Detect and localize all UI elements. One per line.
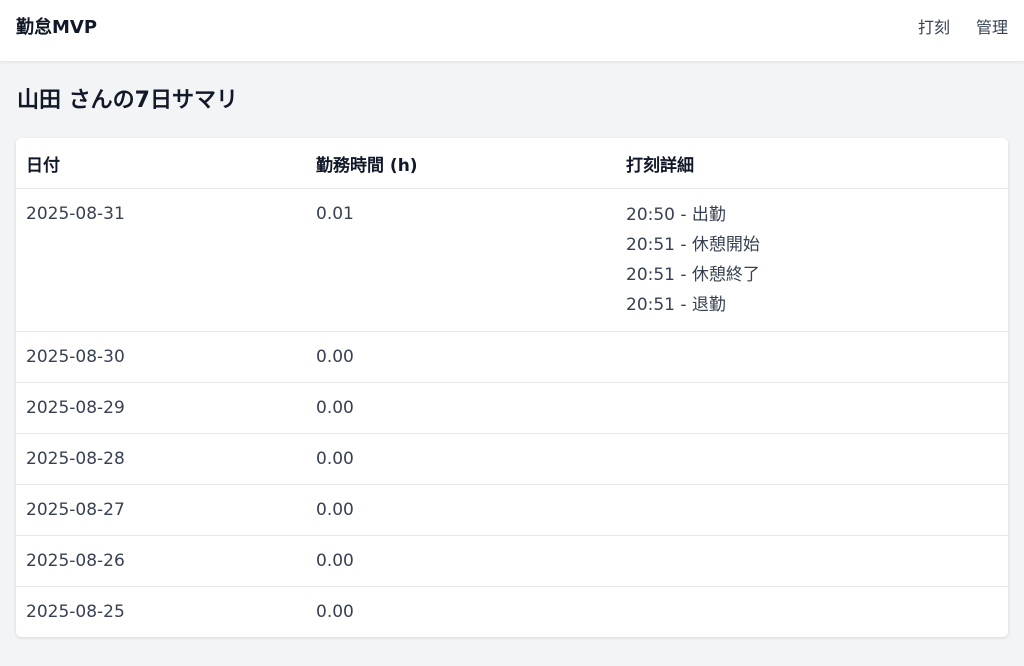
table-row: 2025-08-27 0.00: [16, 484, 1008, 536]
cell-hours: 0.00: [316, 602, 354, 622]
cell-date: 2025-08-31: [16, 188, 306, 332]
cell-details: 20:50 - 出勤 20:51 - 休憩開始 20:51 - 休憩終了 20:…: [616, 188, 1008, 332]
cell-hours: 0.00: [306, 382, 616, 434]
table-row: 2025-08-31 0.01 20:50 - 出勤 20:51 - 休憩開始 …: [16, 188, 1008, 332]
cell-date: 2025-08-27: [16, 484, 306, 536]
cell-details: [616, 331, 1008, 383]
column-header-hours: 勤務時間 (h): [306, 138, 616, 189]
punch-detail-item: 20:50 - 出勤: [626, 205, 726, 225]
cell-date: 2025-08-29: [16, 382, 306, 434]
column-header-details: 打刻詳細: [616, 138, 1008, 189]
cell-date: 2025-08-26: [16, 535, 306, 587]
cell-date: 2025-08-25: [26, 602, 125, 622]
punch-detail-item: 20:51 - 退勤: [626, 295, 726, 315]
nav-link-punch[interactable]: 打刻: [918, 18, 950, 38]
nav-link-admin[interactable]: 管理: [976, 18, 1008, 38]
cell-date: 2025-08-30: [16, 331, 306, 383]
punch-detail-item: 20:51 - 休憩終了: [626, 265, 760, 285]
cell-date: 2025-08-28: [16, 433, 306, 485]
cell-hours: 0.00: [306, 433, 616, 485]
cell-details: [616, 433, 1008, 485]
table-row: 2025-08-30 0.00: [16, 331, 1008, 383]
top-navbar: 勤怠MVP 打刻 管理: [0, 0, 1024, 62]
table-row: 2025-08-25 0.00: [16, 587, 1008, 638]
cell-hours: 0.00: [306, 331, 616, 383]
cell-hours: 0.00: [306, 484, 616, 536]
nav-links: 打刻 管理: [918, 18, 1008, 38]
table-row: 2025-08-26 0.00: [16, 535, 1008, 587]
cell-details: [616, 535, 1008, 587]
cell-details: [616, 587, 1008, 638]
app-brand[interactable]: 勤怠MVP: [16, 17, 97, 39]
punch-detail-item: 20:51 - 休憩開始: [626, 235, 760, 255]
page-title: 山田 さんの7日サマリ: [17, 88, 238, 113]
table-row: 2025-08-28 0.00: [16, 433, 1008, 485]
cell-details: [616, 484, 1008, 536]
column-header-date: 日付: [16, 138, 306, 189]
table-row: 2025-08-29 0.00: [16, 382, 1008, 434]
summary-card: 日付 勤務時間 (h) 打刻詳細 2025-08-31 0.01 20:50 -…: [16, 138, 1008, 637]
cell-details: [616, 382, 1008, 434]
cell-hours: 0.01: [306, 188, 616, 332]
summary-table: 日付 勤務時間 (h) 打刻詳細 2025-08-31 0.01 20:50 -…: [16, 138, 1008, 637]
table-header-row: 日付 勤務時間 (h) 打刻詳細: [16, 138, 1008, 189]
cell-hours: 0.00: [306, 535, 616, 587]
